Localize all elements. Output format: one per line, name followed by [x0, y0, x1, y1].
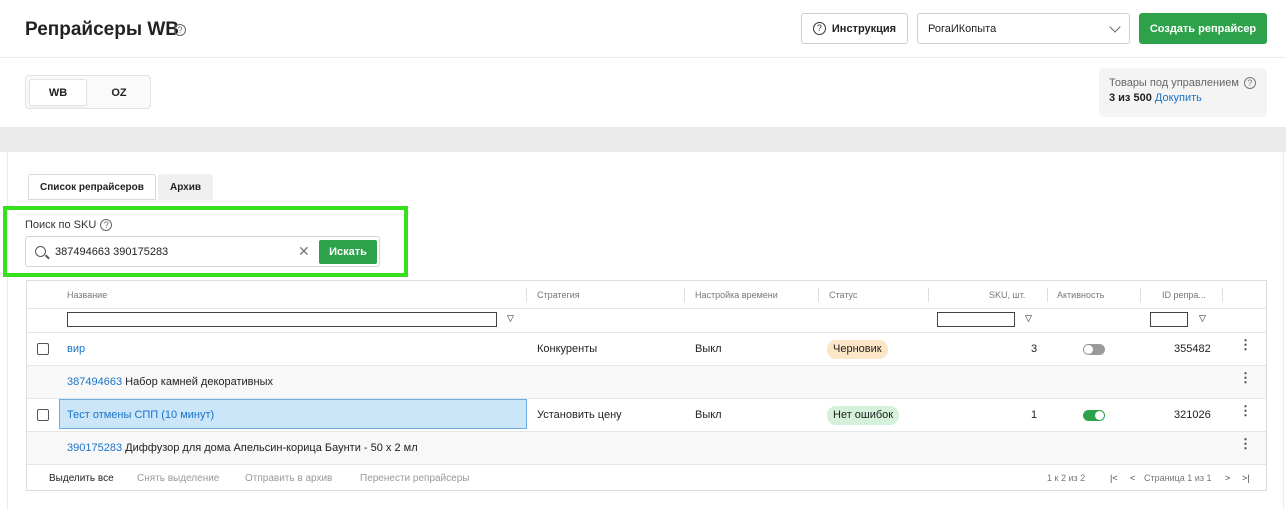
repricer-name-link[interactable]: Тест отмены СПП (10 минут) — [67, 409, 214, 421]
archive-button[interactable]: Отправить в архив — [245, 473, 332, 484]
filter-icon[interactable]: ▽ — [1199, 313, 1206, 324]
column-divider — [1222, 288, 1223, 302]
repricer-name-link[interactable]: вир — [67, 343, 85, 355]
column-header-sku[interactable]: SKU, шт. — [989, 290, 1025, 300]
repricer-table: Название Стратегия Настройка времени Ста… — [26, 280, 1267, 491]
buy-more-link[interactable]: Докупить — [1155, 92, 1202, 104]
column-header-activity[interactable]: Активность — [1057, 290, 1104, 300]
search-label: Поиск по SKU ? — [25, 219, 113, 231]
range-text: 1 к 2 из 2 — [1047, 473, 1086, 483]
sku-row: 390175283 Диффузор для дома Апельсин-кор… — [27, 432, 1266, 465]
managed-goods-box: Товары под управлением ? 3 из 500 Докупи… — [1099, 68, 1267, 117]
toggle-knob — [1095, 411, 1104, 420]
sku-item: 387494663 Набор камней декоративных — [67, 376, 273, 388]
table-row[interactable]: Тест отмены СПП (10 минут) Установить це… — [27, 399, 1266, 432]
tab-repricer-list[interactable]: Список репрайсеров — [28, 174, 156, 200]
marketplace-wb-button[interactable]: WB — [29, 79, 87, 106]
deselect-button[interactable]: Снять выделение — [137, 473, 219, 484]
section-divider — [0, 127, 1286, 152]
more-icon[interactable]: ⋮ — [1239, 437, 1252, 455]
strategy-cell: Установить цену — [537, 409, 622, 421]
row-checkbox[interactable] — [37, 343, 49, 355]
search-value: 387494663 390175283 — [55, 246, 169, 258]
page-text: Страница 1 из 1 — [1144, 473, 1212, 483]
shop-select-value: РогаИКопыта — [928, 23, 997, 35]
id-cell: 355482 — [1174, 343, 1211, 355]
activity-toggle[interactable] — [1083, 410, 1105, 421]
column-divider — [928, 288, 929, 302]
column-divider — [526, 288, 527, 302]
page-title: Репрайсеры WB — [25, 19, 179, 40]
column-header-strategy[interactable]: Стратегия — [537, 290, 580, 300]
first-page-icon[interactable]: |< — [1110, 473, 1118, 483]
more-icon[interactable]: ⋮ — [1239, 371, 1252, 389]
prev-page-icon[interactable]: < — [1130, 473, 1135, 483]
marketplace-oz-button[interactable]: OZ — [90, 79, 148, 106]
table-filters: ▽ ▽ ▽ — [27, 309, 1266, 333]
sku-link[interactable]: 390175283 — [67, 442, 122, 454]
managed-count: 3 из 500 Докупить — [1109, 92, 1257, 104]
managed-title: Товары под управлением ? — [1109, 77, 1257, 89]
search-button[interactable]: Искать — [319, 240, 377, 264]
id-cell: 321026 — [1174, 409, 1211, 421]
column-divider — [818, 288, 819, 302]
name-filter-input[interactable] — [67, 312, 497, 327]
table-row[interactable]: вир Конкуренты Выкл Черновик 3 355482 ⋮ — [27, 333, 1266, 366]
sku-item: 390175283 Диффузор для дома Апельсин-кор… — [67, 442, 418, 454]
column-divider — [1047, 288, 1048, 302]
status-badge: Черновик — [827, 340, 888, 359]
search-icon — [35, 246, 46, 257]
tab-archive[interactable]: Архив — [158, 174, 213, 200]
sku-filter-input[interactable] — [937, 312, 1015, 327]
sku-count-cell: 1 — [1031, 409, 1038, 421]
sku-link[interactable]: 387494663 — [67, 376, 122, 388]
column-header-name[interactable]: Название — [67, 290, 107, 300]
filter-icon[interactable]: ▽ — [1025, 313, 1032, 324]
sku-count-cell: 3 — [1031, 343, 1038, 355]
chevron-down-icon — [1109, 21, 1121, 33]
sku-title: Диффузор для дома Апельсин-корица Баунти… — [125, 442, 418, 454]
table-footer: Выделить все Снять выделение Отправить в… — [27, 465, 1266, 491]
search-input[interactable]: 387494663 390175283 ✕ Искать — [25, 236, 380, 267]
managed-title-text: Товары под управлением — [1109, 77, 1239, 89]
column-header-id[interactable]: ID репра... — [1162, 290, 1206, 300]
select-all-button[interactable]: Выделить все — [49, 473, 114, 484]
toggle-knob — [1084, 345, 1093, 354]
activity-toggle[interactable] — [1083, 344, 1105, 355]
shop-select[interactable]: РогаИКопыта — [917, 13, 1130, 44]
last-page-icon[interactable]: >| — [1242, 473, 1250, 483]
table-header: Название Стратегия Настройка времени Ста… — [27, 281, 1266, 309]
column-divider — [1140, 288, 1141, 302]
tabs: Список репрайсеров Архив — [28, 174, 213, 200]
status-badge: Нет ошибок — [827, 406, 900, 425]
sku-title: Набор камней декоративных — [125, 376, 273, 388]
more-icon[interactable]: ⋮ — [1239, 404, 1252, 422]
create-repricer-button[interactable]: Создать репрайсер — [1139, 13, 1267, 44]
id-filter-input[interactable] — [1150, 312, 1188, 327]
help-icon[interactable]: ? — [1243, 77, 1256, 89]
header: Репрайсеры WB ? ? Инструкция РогаИКопыта… — [0, 0, 1286, 58]
help-icon: ? — [812, 22, 826, 35]
more-icon[interactable]: ⋮ — [1239, 338, 1252, 356]
instruction-label: Инструкция — [831, 22, 897, 35]
column-header-status[interactable]: Статус — [829, 290, 857, 300]
column-header-time[interactable]: Настройка времени — [695, 290, 778, 300]
time-cell: Выкл — [695, 343, 722, 355]
column-divider — [684, 288, 685, 302]
filter-icon[interactable]: ▽ — [507, 313, 514, 324]
strategy-cell: Конкуренты — [537, 343, 598, 355]
help-icon[interactable]: ? — [174, 24, 186, 36]
close-icon[interactable]: ✕ — [298, 243, 310, 260]
search-label-text: Поиск по SKU — [25, 219, 97, 231]
help-icon[interactable]: ? — [100, 219, 113, 231]
row-checkbox[interactable] — [37, 409, 49, 421]
sku-row: 387494663 Набор камней декоративных ⋮ — [27, 366, 1266, 399]
next-page-icon[interactable]: > — [1225, 473, 1230, 483]
move-repricers-button[interactable]: Перенести репрайсеры — [360, 473, 469, 484]
time-cell: Выкл — [695, 409, 722, 421]
managed-count-value: 3 из 500 — [1109, 92, 1152, 104]
marketplace-switch: WB OZ — [25, 75, 151, 109]
page: Репрайсеры WB ? ? Инструкция РогаИКопыта… — [0, 0, 1286, 510]
instruction-button[interactable]: ? Инструкция — [801, 13, 908, 44]
